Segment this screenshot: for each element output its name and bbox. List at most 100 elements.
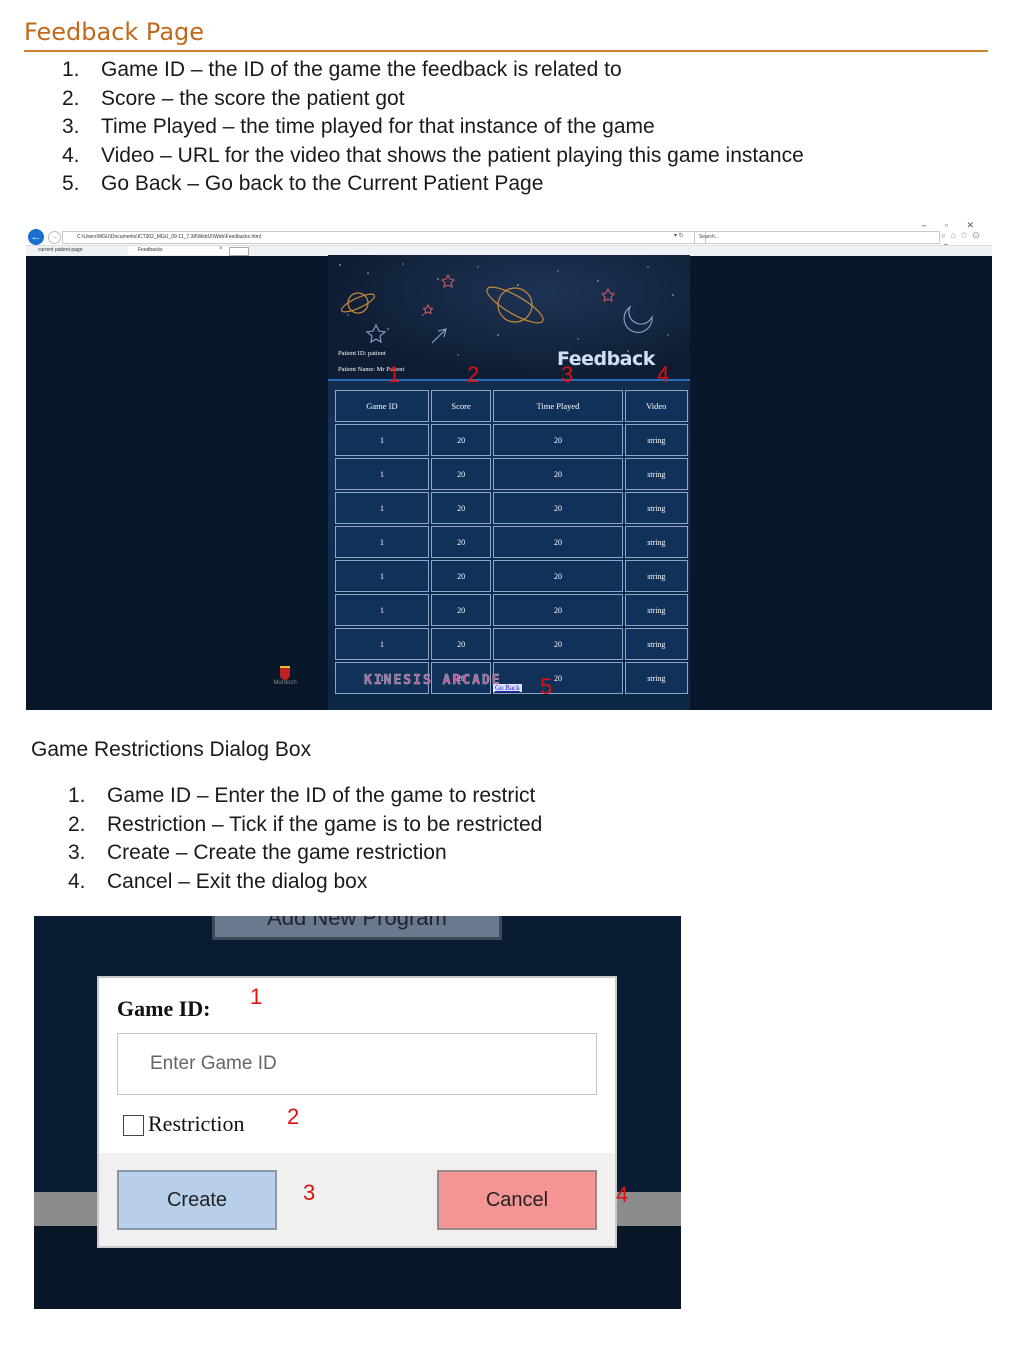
annotation-number: 1	[388, 362, 401, 387]
table-row: 1 20 20 string	[335, 458, 688, 490]
cell-video[interactable]: string	[624, 458, 688, 490]
cell-time-played: 20	[493, 594, 623, 626]
search-input[interactable]: Search...	[694, 231, 940, 244]
cell-time-played: 20	[493, 628, 623, 660]
cell-video[interactable]: string	[624, 560, 688, 592]
list-item: 2. Score – the score the patient got	[62, 85, 804, 114]
annotation-number: 1	[250, 984, 263, 1009]
cell-score: 20	[430, 560, 492, 592]
list-text: Go Back – Go back to the Current Patient…	[101, 172, 544, 196]
list-item: 4. Cancel – Exit the dialog box	[68, 868, 542, 897]
cell-video[interactable]: string	[624, 526, 688, 558]
list-item: 5. Go Back – Go back to the Current Patie…	[62, 170, 804, 199]
restriction-dialog-screenshot: Add New Program Game ID: Enter Game ID R…	[34, 916, 681, 1309]
close-tab-icon[interactable]: ×	[219, 246, 223, 252]
cell-game-id: 1	[335, 458, 429, 490]
section-title-feedback: Feedback Page	[24, 18, 205, 46]
column-header-score: Score	[430, 390, 492, 422]
cell-video[interactable]: string	[624, 594, 688, 626]
cell-video[interactable]: string	[624, 628, 688, 660]
restriction-checkbox[interactable]	[123, 1115, 144, 1136]
patient-id-label: Patient ID: patient	[338, 350, 386, 357]
cell-score: 20	[430, 492, 492, 524]
cell-video[interactable]: string	[624, 662, 688, 694]
list-text: Time Played – the time played for that i…	[101, 115, 655, 139]
list-text: Create – Create the game restriction	[107, 841, 447, 865]
list-item: 3. Create – Create the game restriction	[68, 839, 542, 868]
list-item: 3. Time Played – the time played for that…	[62, 113, 804, 142]
list-text: Restriction – Tick if the game is to be …	[107, 812, 543, 836]
forward-arrow-icon[interactable]: →	[48, 231, 61, 244]
list-item: 4. Video – URL for the video that shows t…	[62, 142, 804, 171]
cell-game-id: 1	[335, 594, 429, 626]
murdoch-text: Murdoch	[273, 680, 297, 686]
list-number: 2.	[62, 86, 80, 110]
list-item: 1. Game ID – Enter the ID of the game to …	[68, 782, 542, 811]
list-number: 5.	[62, 172, 80, 196]
annotation-number: 3	[561, 362, 574, 387]
table-body: 1 20 20 string 1 20 20 string 1 20 20 string 1 20 20st…	[335, 424, 688, 694]
kinesis-arcade-logo: KINESIS ARCADE	[364, 673, 502, 689]
list-number: 4.	[68, 869, 86, 893]
list-item: 1. Game ID – the ID of the game the feedb…	[62, 56, 804, 85]
refresh-icon[interactable]: ▾ ↻	[674, 232, 684, 239]
cell-video[interactable]: string	[624, 492, 688, 524]
cell-score: 20	[430, 594, 492, 626]
list-number: 1.	[68, 784, 86, 807]
cell-score: 20	[430, 628, 492, 660]
annotation-number: 3	[303, 1180, 316, 1205]
annotation-number: 5	[540, 674, 553, 699]
cell-time-played: 20	[493, 492, 623, 524]
feedback-page-screenshot: ‒ ▫ ✕ ← → C:\Users\MGU\Documents\ICT302_…	[26, 218, 992, 710]
game-id-label: Game ID:	[117, 996, 211, 1021]
table-row: 1 20 20 string	[335, 526, 688, 558]
go-back-link[interactable]: Go Back	[493, 684, 522, 692]
address-bar[interactable]: C:\Users\MGU\Documents\ICT302_MGU_09-11_…	[62, 231, 706, 244]
feedback-description-list: 1. Game ID – the ID of the game the feedb…	[62, 56, 804, 199]
annotation-number: 4	[616, 1182, 629, 1207]
feedback-page: Patient ID: patient Patient Name: Mr Pat…	[328, 255, 690, 710]
list-item: 2. Restriction – Tick if the game is to b…	[68, 811, 542, 840]
list-text: Game ID – the ID of the game the feedbac…	[101, 58, 622, 81]
add-new-program-button[interactable]: Add New Program	[212, 916, 502, 940]
game-id-input[interactable]: Enter Game ID	[117, 1033, 597, 1095]
annotation-number: 2	[287, 1104, 300, 1129]
cancel-button[interactable]: Cancel	[437, 1170, 597, 1230]
back-arrow-icon[interactable]: ←	[28, 229, 44, 245]
page-header-banner: Patient ID: patient Patient Name: Mr Pat…	[328, 255, 690, 381]
game-restriction-dialog: Game ID: Enter Game ID Restriction Creat…	[97, 976, 617, 1248]
cell-game-id: 1	[335, 628, 429, 660]
cell-game-id: 1	[335, 560, 429, 592]
restrictions-description-list: 1. Game ID – Enter the ID of the game to …	[68, 782, 542, 896]
column-header-video: Video	[624, 390, 688, 422]
annotation-number: 4	[657, 362, 670, 387]
cell-score: 20	[430, 424, 492, 456]
cell-game-id: 1	[335, 526, 429, 558]
list-number: 3.	[68, 841, 86, 865]
cell-time-played: 20	[493, 560, 623, 592]
cell-score: 20	[430, 458, 492, 490]
column-header-game-id: Game ID	[335, 390, 429, 422]
list-number: 1.	[62, 58, 80, 81]
cell-game-id: 1	[335, 424, 429, 456]
table-row: 1 20 20 string	[335, 560, 688, 592]
list-number: 3.	[62, 115, 80, 139]
table-header-row: Game ID Score Time Played Video	[335, 390, 688, 422]
feedback-table: Game ID Score Time Played Video 1 20 20 str…	[333, 388, 690, 696]
create-button[interactable]: Create	[117, 1170, 277, 1230]
murdoch-shield-icon	[280, 666, 290, 680]
table-row: 1 20 20 string	[335, 628, 688, 660]
tab-current-patient-page[interactable]: current patient page	[28, 246, 134, 255]
list-text: Cancel – Exit the dialog box	[107, 869, 368, 893]
table-row: 1 20 20 string	[335, 424, 688, 456]
cell-video[interactable]: string	[624, 424, 688, 456]
cell-time-played: 20	[493, 458, 623, 490]
cell-score: 20	[430, 526, 492, 558]
list-number: 2.	[68, 812, 86, 836]
column-header-time-played: Time Played	[493, 390, 623, 422]
cell-time-played: 20	[493, 526, 623, 558]
new-tab-button[interactable]	[229, 247, 249, 256]
section-title-restrictions: Game Restrictions Dialog Box	[31, 738, 312, 761]
restriction-label: Restriction	[148, 1111, 245, 1136]
annotation-number: 2	[467, 362, 480, 387]
